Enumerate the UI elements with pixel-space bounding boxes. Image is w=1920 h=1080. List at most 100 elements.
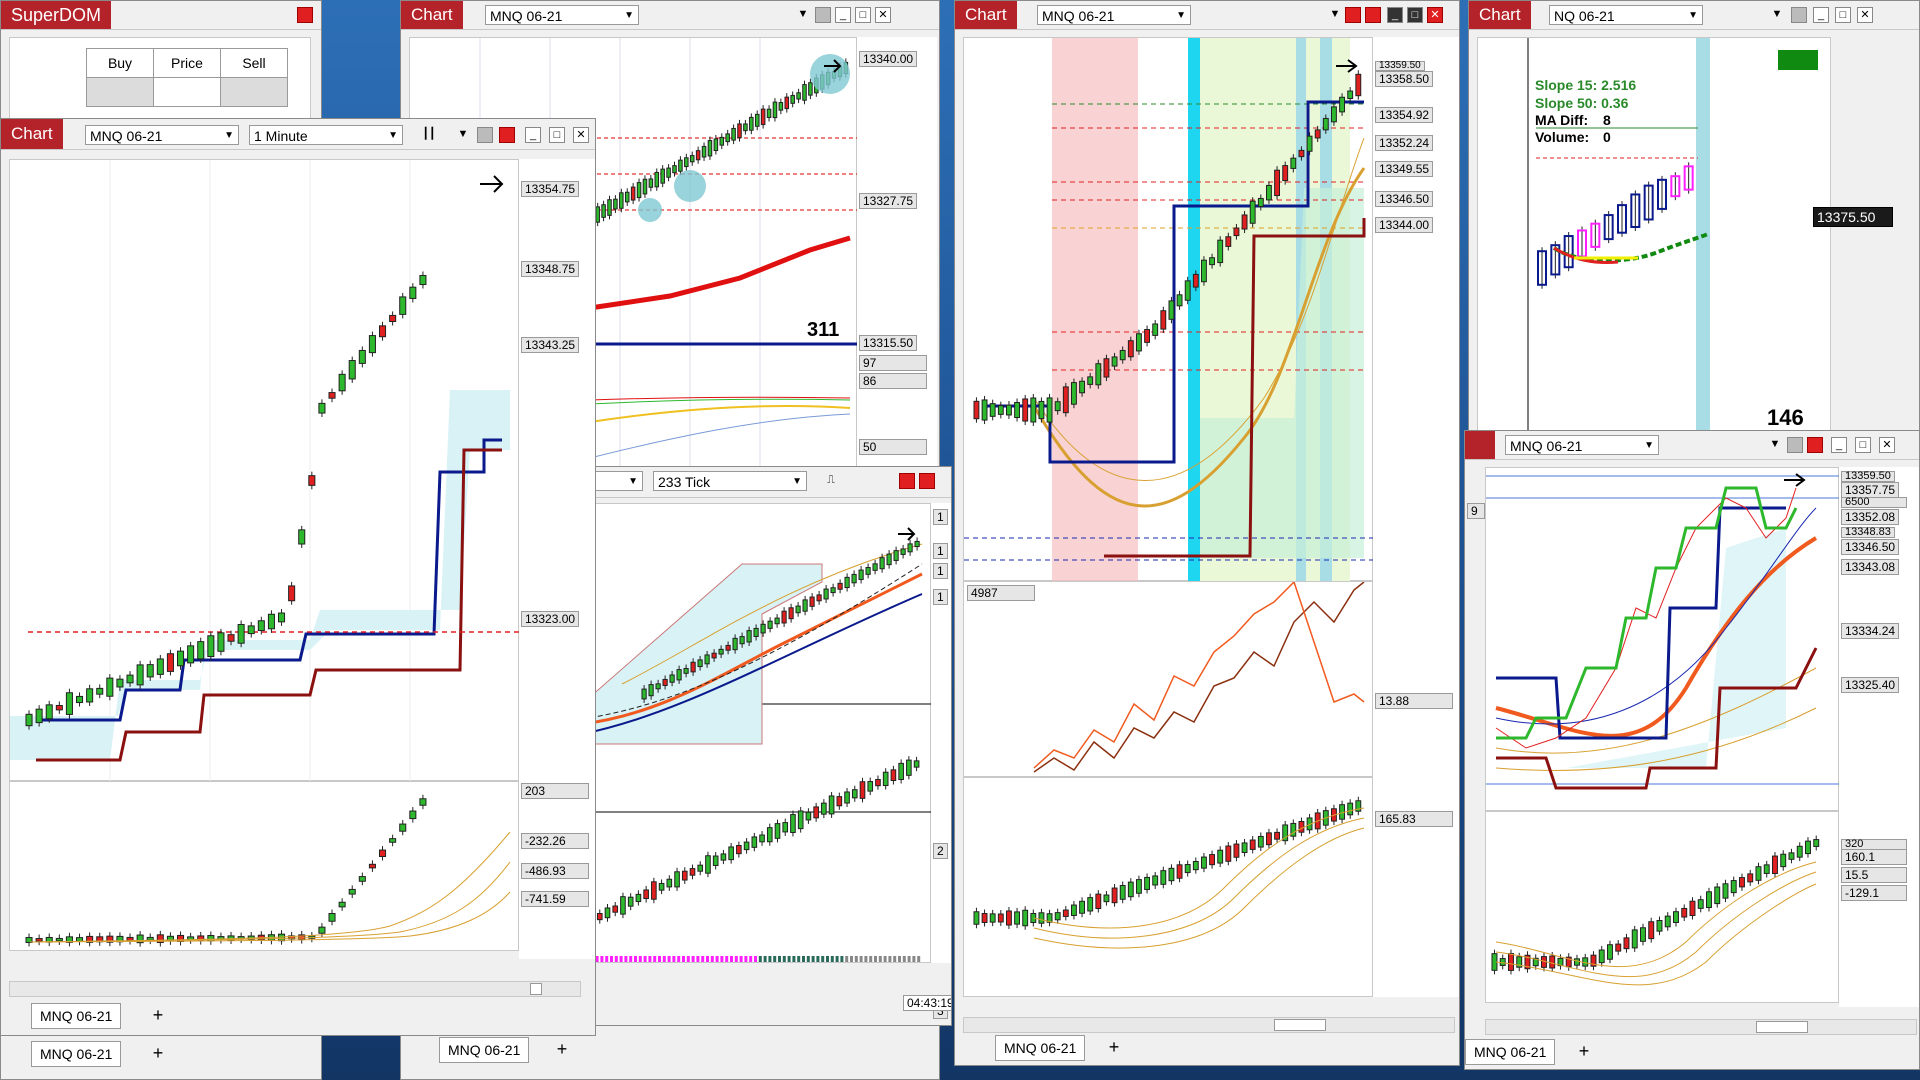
- maximize-button[interactable]: □: [855, 7, 871, 23]
- dom-sell-cell[interactable]: [220, 77, 288, 107]
- chart3-price-panel[interactable]: [1477, 37, 1831, 431]
- candle: [419, 798, 427, 806]
- chevron-down-icon: ▼: [624, 10, 634, 21]
- chart2-instrument-tab[interactable]: MNQ 06-21: [995, 1035, 1086, 1061]
- bar-type-icon[interactable]: ⎍: [823, 473, 839, 489]
- close-button[interactable]: ✕: [1879, 437, 1895, 453]
- chart1-instrument-tab[interactable]: MNQ 06-21: [439, 1037, 530, 1063]
- close-button[interactable]: ✕: [875, 7, 891, 23]
- histogram-bar: [830, 956, 834, 962]
- chart2-instrument-select[interactable]: MNQ 06-21 ▼: [1037, 5, 1191, 25]
- gray-square-button[interactable]: [477, 127, 493, 143]
- histogram-bar: [850, 956, 853, 962]
- chart6-instrument-tab[interactable]: MNQ 06-21: [1465, 1039, 1556, 1065]
- add-tab-plus-icon[interactable]: +: [553, 1040, 571, 1058]
- chart2-titlebar[interactable]: Chart MNQ 06-21 ▼ ▼ _ □ ✕: [955, 1, 1459, 30]
- candle: [660, 168, 665, 184]
- candle: [676, 669, 682, 681]
- histogram-bar: [754, 956, 757, 962]
- window-color-button[interactable]: [899, 473, 915, 489]
- window-color-button[interactable]: [1345, 7, 1361, 23]
- minimize-button[interactable]: _: [1831, 437, 1847, 453]
- dropdown-arrow-icon[interactable]: ▼: [1767, 437, 1783, 453]
- chart6-price-label: 13334.24: [1841, 623, 1900, 639]
- chart4-interval-select[interactable]: 1 Minute ▼: [249, 125, 403, 145]
- candle: [1697, 899, 1704, 909]
- chart4-titlebar[interactable]: Chart MNQ 06-21 ▼ 1 Minute ▼ ┃┃ ▼ _ □ ✕: [1, 119, 595, 150]
- chart3-titlebar[interactable]: Chart NQ 06-21 ▼ ▼ _ □ ✕: [1469, 1, 1919, 30]
- window-color-button[interactable]: [1807, 437, 1823, 453]
- histogram-bar: [605, 956, 609, 962]
- minimize-button[interactable]: _: [525, 127, 541, 143]
- gray-square-button[interactable]: [1791, 7, 1807, 23]
- candle: [596, 912, 603, 921]
- chart5-price-label: 1: [933, 509, 948, 525]
- dropdown-arrow-icon[interactable]: ▼: [455, 127, 471, 143]
- candle: [620, 896, 626, 915]
- maximize-button[interactable]: □: [1855, 437, 1871, 453]
- chart6-instrument-select[interactable]: MNQ 06-21 ▼: [1505, 435, 1659, 455]
- chart2-scrollbar[interactable]: [963, 1017, 1455, 1033]
- window-color-button[interactable]: [919, 473, 935, 489]
- gray-square-button[interactable]: [1787, 437, 1803, 453]
- minimize-button[interactable]: _: [1387, 7, 1403, 23]
- chart4-indicator-panel[interactable]: [9, 781, 519, 951]
- candle: [654, 171, 660, 188]
- candle: [409, 810, 417, 820]
- superdom-instrument-tab[interactable]: MNQ 06-21: [31, 1041, 122, 1067]
- add-tab-plus-icon[interactable]: +: [1575, 1042, 1593, 1060]
- chart6-lower-panel[interactable]: [1485, 811, 1839, 1003]
- close-button[interactable]: ✕: [1857, 7, 1873, 23]
- add-tab-plus-icon[interactable]: +: [149, 1044, 167, 1062]
- candle: [1233, 227, 1240, 237]
- minimize-button[interactable]: _: [835, 7, 851, 23]
- dropdown-arrow-icon[interactable]: ▼: [1769, 7, 1785, 23]
- add-tab-plus-icon[interactable]: +: [1105, 1038, 1123, 1056]
- close-button[interactable]: ✕: [1427, 7, 1443, 23]
- chart5-titlebar[interactable]: ▼ 233 Tick ▼ ⎍: [581, 467, 951, 498]
- chart3-instrument-select[interactable]: NQ 06-21 ▼: [1549, 5, 1703, 25]
- window-color-button[interactable]: [499, 127, 515, 143]
- candle: [1103, 894, 1110, 903]
- add-tab-plus-icon[interactable]: +: [149, 1006, 167, 1024]
- candle: [1648, 921, 1655, 940]
- gray-square-button[interactable]: [815, 7, 831, 23]
- chart4-price-panel[interactable]: [9, 159, 520, 782]
- chart6-price-panel[interactable]: [1485, 467, 1840, 811]
- chart5-interval-select[interactable]: 233 Tick ▼: [653, 471, 807, 491]
- window-color-button[interactable]: [1365, 7, 1381, 23]
- dropdown-arrow-icon[interactable]: ▼: [795, 7, 811, 23]
- maximize-button[interactable]: □: [1407, 7, 1423, 23]
- chart2-oscillator-panel[interactable]: [963, 581, 1373, 777]
- dropdown-arrow-icon[interactable]: ▼: [1327, 7, 1343, 23]
- chart4-instrument-tab[interactable]: MNQ 06-21: [31, 1003, 122, 1029]
- candle: [1730, 880, 1737, 894]
- chart2-lower-panel[interactable]: [963, 777, 1373, 997]
- candle: [867, 781, 874, 792]
- close-button[interactable]: ✕: [573, 127, 589, 143]
- chart3-instrument-value: NQ 06-21: [1554, 8, 1615, 24]
- superdom-titlebar[interactable]: SuperDOM: [1, 1, 321, 30]
- maximize-button[interactable]: □: [549, 127, 565, 143]
- minimize-button[interactable]: _: [1813, 7, 1829, 23]
- maximize-button[interactable]: □: [1835, 7, 1851, 23]
- chart4-scrollbar[interactable]: [9, 981, 581, 997]
- chart6-scrollbar[interactable]: [1485, 1019, 1917, 1035]
- candle: [697, 864, 704, 872]
- candle: [746, 630, 752, 643]
- chart1-titlebar[interactable]: Chart MNQ 06-21 ▼ ▼ _ □ ✕: [401, 1, 939, 30]
- chart1-instrument-select[interactable]: MNQ 06-21 ▼: [485, 5, 639, 25]
- dom-buy-cell[interactable]: [86, 77, 154, 107]
- candle: [830, 587, 836, 594]
- window-color-button[interactable]: [297, 7, 313, 23]
- chart6-titlebar[interactable]: MNQ 06-21 ▼ ▼ _ □ ✕: [1465, 431, 1919, 460]
- scroll-thumb[interactable]: [1756, 1021, 1808, 1033]
- chart2-price-panel[interactable]: [963, 37, 1374, 582]
- candle: [981, 399, 988, 421]
- chart4-instrument-select[interactable]: MNQ 06-21 ▼: [85, 125, 239, 145]
- candle: [207, 635, 215, 658]
- scroll-thumb[interactable]: [530, 983, 542, 995]
- scroll-thumb[interactable]: [1274, 1019, 1326, 1031]
- chart5-price-panel[interactable]: [581, 503, 932, 963]
- candlestick-type-icon[interactable]: ┃┃: [421, 127, 437, 143]
